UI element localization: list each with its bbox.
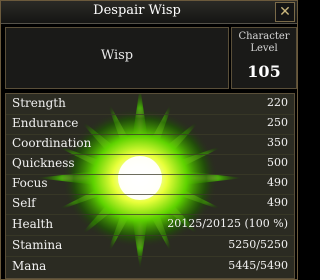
level-label-line2: Level [250, 43, 278, 54]
stat-value: 490 [267, 196, 288, 209]
stat-value: 350 [267, 136, 288, 149]
level-label: Character Level [232, 31, 296, 55]
stat-row-focus: Focus 490 [6, 174, 294, 195]
stat-value: 220 [267, 96, 288, 109]
stat-row-self: Self 490 [6, 194, 294, 215]
stat-label: Quickness [12, 156, 75, 170]
stat-label: Health [12, 217, 54, 231]
level-panel: Character Level 105 [231, 27, 297, 89]
stat-value: 250 [267, 116, 288, 129]
stats-panel: Strength 220 Endurance 250 Coordination … [5, 93, 295, 279]
level-value: 105 [247, 62, 281, 81]
character-info-window: Despair Wisp ✕ Wisp Character Level 105 [0, 0, 298, 280]
stat-row-health: Health 20125/20125 (100 %) [6, 215, 294, 236]
stat-row-endurance: Endurance 250 [6, 114, 294, 135]
name-panel: Wisp [5, 27, 229, 89]
stat-row-coordination: Coordination 350 [6, 134, 294, 155]
stat-label: Focus [12, 176, 48, 190]
stat-value: 490 [267, 176, 288, 189]
stat-label: Mana [12, 259, 47, 273]
stat-value: 20125/20125 (100 %) [167, 217, 288, 230]
stat-row-strength: Strength 220 [6, 94, 294, 115]
window-title: Despair Wisp [93, 3, 181, 18]
stat-label: Endurance [12, 116, 79, 130]
level-label-line1: Character [238, 31, 290, 42]
stat-row-quickness: Quickness 500 [6, 154, 294, 175]
stat-label: Coordination [12, 136, 92, 150]
stat-value: 5250/5250 [228, 238, 288, 251]
close-x-icon: ✕ [279, 4, 291, 20]
stat-row-mana: Mana 5445/5490 [6, 257, 294, 277]
stat-label: Strength [12, 96, 66, 110]
close-button[interactable]: ✕ [275, 2, 295, 22]
creature-name: Wisp [100, 48, 134, 63]
stat-label: Self [12, 196, 36, 210]
stat-value: 500 [267, 156, 288, 169]
stat-label: Stamina [12, 238, 63, 252]
title-bar[interactable]: Despair Wisp ✕ [1, 1, 297, 24]
stat-row-stamina: Stamina 5250/5250 [6, 236, 294, 257]
stat-value: 5445/5490 [228, 259, 288, 272]
